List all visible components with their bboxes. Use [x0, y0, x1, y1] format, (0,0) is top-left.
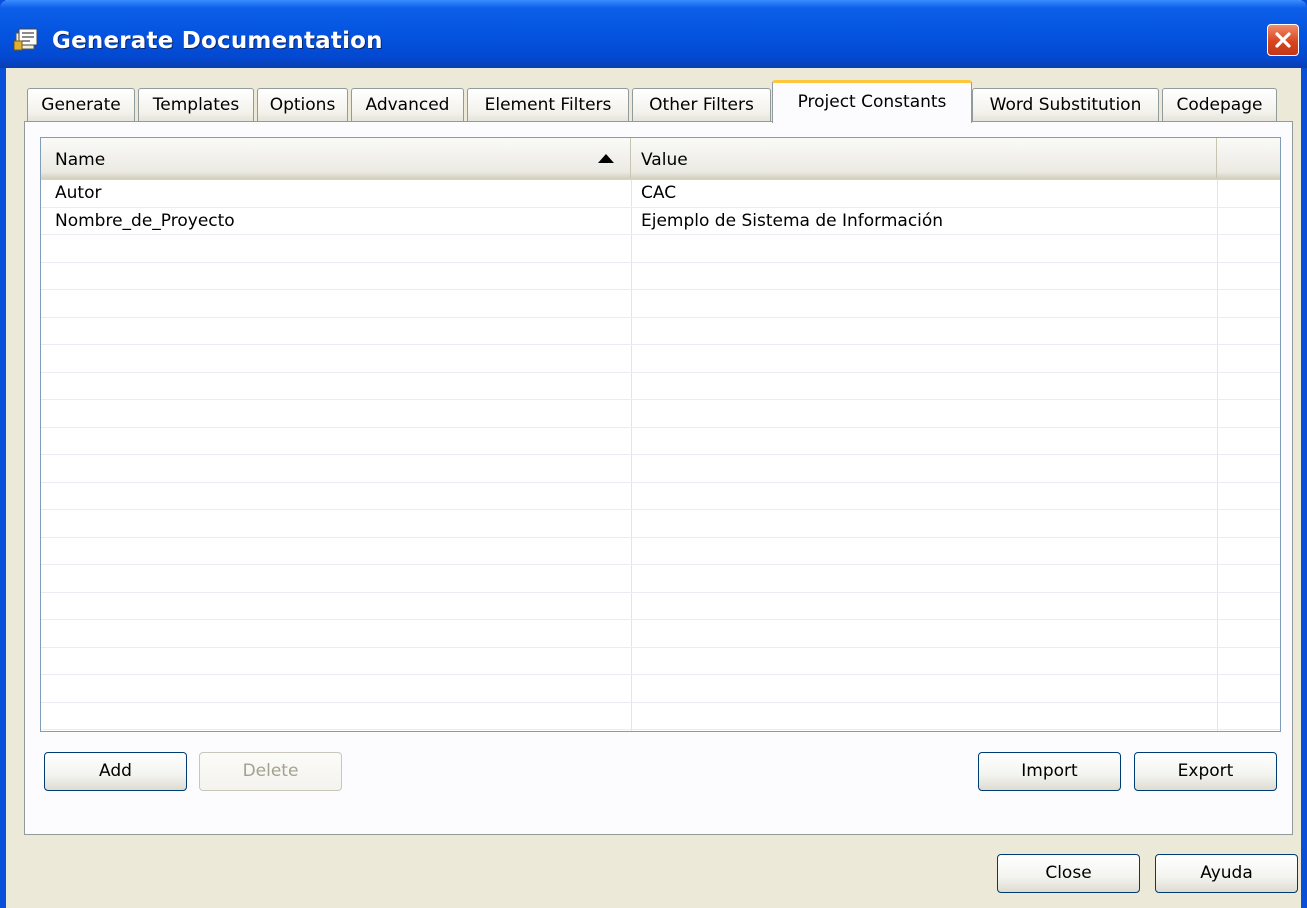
table-row-empty[interactable] — [41, 235, 1280, 263]
table-row-empty[interactable] — [41, 648, 1280, 675]
table-row-empty[interactable] — [41, 565, 1280, 593]
table-row-empty[interactable] — [41, 345, 1280, 373]
close-button[interactable]: Close — [997, 854, 1140, 893]
documentation-icon — [14, 28, 38, 51]
table-row-empty[interactable] — [41, 428, 1280, 455]
column-header-name[interactable]: Name — [41, 138, 631, 178]
table-row-empty[interactable] — [41, 290, 1280, 318]
column-header-value[interactable]: Value — [631, 138, 1217, 178]
table-row-empty[interactable] — [41, 538, 1280, 565]
export-button[interactable]: Export — [1134, 752, 1277, 791]
close-icon — [1275, 32, 1291, 48]
cell-name[interactable]: Autor — [41, 180, 101, 207]
title-bar[interactable]: Generate Documentation — [0, 0, 1307, 68]
import-button[interactable]: Import — [978, 752, 1121, 791]
table-row-empty[interactable] — [41, 400, 1280, 428]
table-row-empty[interactable] — [41, 703, 1280, 730]
table-row[interactable]: Nombre_de_Proyecto Ejemplo de Sistema de… — [41, 208, 1280, 235]
delete-button[interactable]: Delete — [199, 752, 342, 791]
table-row-empty[interactable] — [41, 510, 1280, 538]
sort-ascending-icon — [598, 154, 614, 163]
cell-value[interactable]: CAC — [631, 180, 676, 207]
column-header-value-label: Value — [641, 150, 688, 170]
table-row-empty[interactable] — [41, 455, 1280, 483]
tab-element-filters[interactable]: Element Filters — [467, 88, 629, 122]
tab-options[interactable]: Options — [257, 88, 348, 122]
table-row-empty[interactable] — [41, 675, 1280, 703]
cell-name[interactable]: Nombre_de_Proyecto — [41, 208, 235, 235]
tab-project-constants[interactable]: Project Constants — [772, 80, 972, 123]
table-row-empty[interactable] — [41, 263, 1280, 290]
column-header-filler — [1217, 138, 1280, 178]
table-row-empty[interactable] — [41, 620, 1280, 648]
tab-other-filters[interactable]: Other Filters — [632, 88, 771, 122]
table-row-empty[interactable] — [41, 318, 1280, 345]
table-row-empty[interactable] — [41, 483, 1280, 510]
table-row[interactable]: Autor CAC — [41, 180, 1280, 208]
tab-advanced[interactable]: Advanced — [351, 88, 464, 122]
tab-templates[interactable]: Templates — [138, 88, 254, 122]
tab-word-substitution[interactable]: Word Substitution — [972, 88, 1159, 122]
table-row-empty[interactable] — [41, 593, 1280, 620]
cell-value[interactable]: Ejemplo de Sistema de Información — [631, 208, 943, 235]
add-button[interactable]: Add — [44, 752, 187, 791]
tab-codepage[interactable]: Codepage — [1162, 88, 1277, 122]
column-header-name-label: Name — [55, 150, 106, 170]
table-body: Autor CAC Nombre_de_Proyecto Ejemplo de … — [41, 180, 1280, 730]
close-window-button[interactable] — [1267, 24, 1299, 56]
tab-generate[interactable]: Generate — [27, 88, 135, 122]
table-row-empty[interactable] — [41, 373, 1280, 400]
table-header: Name Value — [41, 138, 1280, 180]
help-button[interactable]: Ayuda — [1155, 854, 1298, 893]
window-title: Generate Documentation — [52, 28, 383, 54]
constants-table[interactable]: Name Value Autor CAC Nombre_de_Proyecto … — [40, 137, 1281, 732]
